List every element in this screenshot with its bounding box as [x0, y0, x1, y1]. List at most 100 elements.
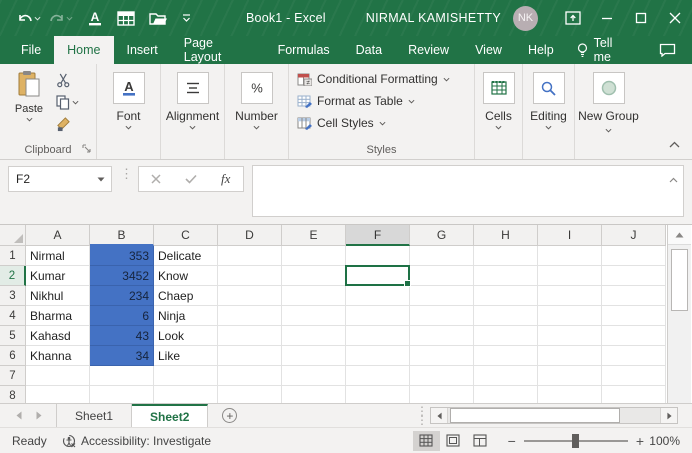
normal-view-button[interactable]: [412, 430, 440, 451]
column-header-F[interactable]: F: [346, 225, 410, 246]
formula-bar-resizer[interactable]: ⋮: [120, 167, 133, 180]
cell-G7[interactable]: [410, 366, 474, 386]
cell-G6[interactable]: [410, 346, 474, 366]
cell-D2[interactable]: [218, 266, 282, 286]
font-group[interactable]: A Font: [97, 64, 161, 159]
undo-dropdown-icon[interactable]: [34, 16, 41, 21]
redo-dropdown-icon[interactable]: [66, 16, 73, 21]
name-box[interactable]: F2: [8, 166, 112, 192]
cell-F3[interactable]: [346, 286, 410, 306]
feedback-button[interactable]: [643, 36, 692, 64]
cell-G8[interactable]: [410, 386, 474, 403]
cell-H6[interactable]: [474, 346, 538, 366]
cell-G3[interactable]: [410, 286, 474, 306]
cell-I2[interactable]: [538, 266, 602, 286]
tab-view[interactable]: View: [462, 36, 515, 64]
vertical-scroll-thumb[interactable]: [671, 249, 688, 311]
cell-J8[interactable]: [602, 386, 666, 403]
cell-C7[interactable]: [154, 366, 218, 386]
cell-E3[interactable]: [282, 286, 346, 306]
tab-insert[interactable]: Insert: [114, 36, 171, 64]
cells-group-button[interactable]: [482, 72, 515, 104]
undo-button[interactable]: [14, 8, 44, 28]
horizontal-scroll-thumb[interactable]: [450, 408, 620, 423]
open-file-button[interactable]: [146, 8, 171, 29]
editing-group-button[interactable]: [532, 72, 565, 104]
editing-group[interactable]: Editing: [523, 64, 575, 159]
alignment-group-button[interactable]: [176, 72, 209, 104]
cell-I6[interactable]: [538, 346, 602, 366]
cell-A6[interactable]: Khanna: [26, 346, 90, 366]
cell-B3[interactable]: 234: [90, 286, 154, 306]
cell-G2[interactable]: [410, 266, 474, 286]
cell-C2[interactable]: Know: [154, 266, 218, 286]
column-header-H[interactable]: H: [474, 225, 538, 246]
cell-E8[interactable]: [282, 386, 346, 403]
cell-E1[interactable]: [282, 246, 346, 266]
enter-entry-button[interactable]: [174, 167, 209, 191]
new-group[interactable]: New Group: [575, 64, 642, 159]
new-sheet-button[interactable]: +: [208, 404, 251, 427]
borders-button[interactable]: [114, 8, 138, 29]
cell-J6[interactable]: [602, 346, 666, 366]
tab-review[interactable]: Review: [395, 36, 462, 64]
row-header-8[interactable]: 8: [0, 386, 26, 403]
cell-E5[interactable]: [282, 326, 346, 346]
cell-A2[interactable]: Kumar: [26, 266, 90, 286]
accessibility-status[interactable]: Accessibility: Investigate: [62, 434, 211, 448]
cell-D7[interactable]: [218, 366, 282, 386]
account-name[interactable]: NIRMAL KAMISHETTY: [366, 11, 501, 25]
next-sheet-icon[interactable]: [36, 411, 42, 420]
ribbon-display-options-button[interactable]: [556, 0, 590, 36]
cell-J1[interactable]: [602, 246, 666, 266]
zoom-out-button[interactable]: −: [508, 433, 516, 449]
cell-B8[interactable]: [90, 386, 154, 403]
cell-I3[interactable]: [538, 286, 602, 306]
select-all-button[interactable]: [0, 225, 26, 246]
cell-I7[interactable]: [538, 366, 602, 386]
column-header-E[interactable]: E: [282, 225, 346, 246]
cell-C8[interactable]: [154, 386, 218, 403]
tab-file[interactable]: File: [8, 36, 54, 64]
sheet-tab-sheet2[interactable]: Sheet2: [132, 404, 209, 427]
zoom-level[interactable]: 100%: [644, 434, 684, 448]
page-layout-view-button[interactable]: [440, 431, 467, 451]
avatar[interactable]: NK: [513, 5, 538, 31]
cell-D1[interactable]: [218, 246, 282, 266]
collapse-ribbon-button[interactable]: [669, 137, 680, 151]
scroll-left-button[interactable]: [431, 408, 448, 423]
column-header-B[interactable]: B: [90, 225, 154, 246]
cell-B4[interactable]: 6: [90, 306, 154, 326]
cell-D3[interactable]: [218, 286, 282, 306]
cell-D6[interactable]: [218, 346, 282, 366]
column-header-D[interactable]: D: [218, 225, 282, 246]
cell-H7[interactable]: [474, 366, 538, 386]
vertical-scrollbar[interactable]: [667, 225, 691, 403]
cell-B1[interactable]: 353: [90, 246, 154, 266]
cell-G5[interactable]: [410, 326, 474, 346]
cell-H3[interactable]: [474, 286, 538, 306]
cell-I4[interactable]: [538, 306, 602, 326]
copy-button[interactable]: [56, 95, 79, 110]
collapse-formula-bar-button[interactable]: [669, 172, 678, 186]
cell-F4[interactable]: [346, 306, 410, 326]
scroll-right-button[interactable]: [660, 408, 677, 423]
column-header-J[interactable]: J: [602, 225, 666, 246]
scroll-up-button[interactable]: [668, 225, 691, 245]
tab-help[interactable]: Help: [515, 36, 567, 64]
cell-J2[interactable]: [602, 266, 666, 286]
sheet-tab-sheet1[interactable]: Sheet1: [57, 404, 133, 427]
cell-J5[interactable]: [602, 326, 666, 346]
cell-A8[interactable]: [26, 386, 90, 403]
horizontal-scrollbar[interactable]: [430, 407, 678, 424]
format-as-table-button[interactable]: Format as Table: [297, 94, 474, 108]
cell-F8[interactable]: [346, 386, 410, 403]
cell-A7[interactable]: [26, 366, 90, 386]
tab-formulas[interactable]: Formulas: [265, 36, 343, 64]
copy-dropdown-icon[interactable]: [72, 100, 79, 105]
cell-J4[interactable]: [602, 306, 666, 326]
cell-A3[interactable]: Nikhul: [26, 286, 90, 306]
cell-H4[interactable]: [474, 306, 538, 326]
cell-F7[interactable]: [346, 366, 410, 386]
insert-function-button[interactable]: fx: [208, 167, 243, 191]
